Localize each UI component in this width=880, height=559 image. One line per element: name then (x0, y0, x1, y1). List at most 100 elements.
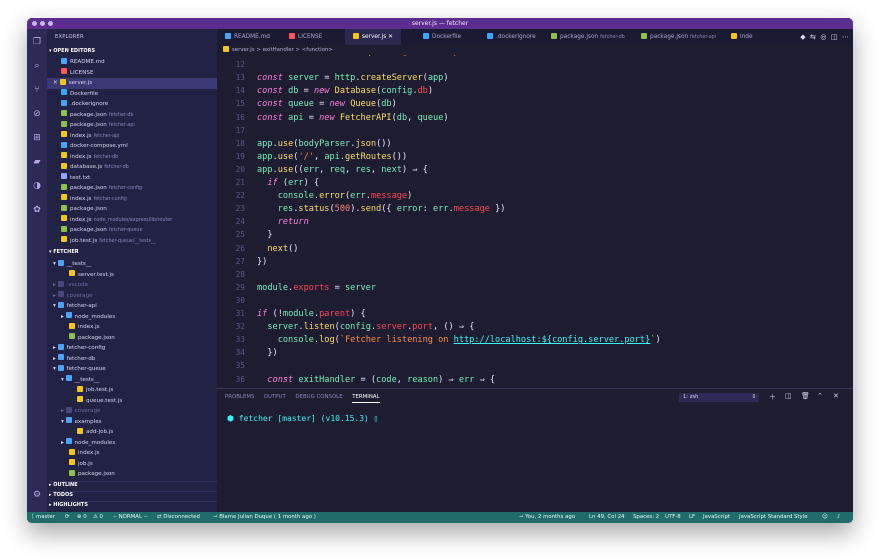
maximize-window-button[interactable] (48, 21, 53, 26)
sidebar-section-highlights[interactable]: ▸ HIGHLIGHTS (49, 501, 217, 508)
toggle-icon[interactable]: ◎ (820, 33, 826, 41)
chevron-right-icon[interactable]: ▸ (61, 314, 66, 320)
tree-file[interactable]: add-job.js (47, 427, 217, 438)
feedback-icon[interactable]: ☺ (822, 512, 828, 523)
bell-icon[interactable]: ♪ (837, 512, 840, 523)
sync-icon[interactable]: ⟳ (65, 512, 70, 523)
close-icon[interactable]: ✕ (53, 80, 58, 86)
tree-folder[interactable]: ▾ __tests__ (47, 259, 217, 270)
indentation[interactable]: Spaces: 2 (633, 512, 659, 523)
open-editor-item[interactable]: index.js node_modules/express/lib/router (47, 215, 217, 226)
editor-tab[interactable]: .dockerignore (479, 29, 544, 45)
cursor-position[interactable]: Ln 49, Col 24 (589, 512, 625, 523)
split-editor-icon[interactable]: ◫ (831, 33, 838, 41)
chevron-up-icon[interactable]: ⌃ (817, 392, 823, 400)
open-editor-item[interactable]: LICENSE (47, 68, 217, 79)
code-editor[interactable]: 11 const FetcherAPI = require('@fetcher/a… (217, 55, 843, 388)
editor-tab[interactable]: server.js ✕ (345, 29, 401, 45)
chevron-right-icon[interactable]: ▸ (61, 440, 66, 446)
tree-file[interactable]: package.json (47, 469, 217, 480)
compare-icon[interactable]: ⇆ (810, 33, 816, 41)
tree-folder[interactable]: ▸ fetcher-config (47, 343, 217, 354)
docker-icon[interactable]: ▰ (32, 157, 42, 167)
chevron-down-icon[interactable]: ▾ (53, 261, 58, 267)
tree-file[interactable]: job.js (47, 459, 217, 470)
plugin-icon[interactable]: ✿ (32, 205, 42, 215)
tree-folder[interactable]: ▸ node_modules (47, 312, 217, 323)
tree-file[interactable]: queue.test.js (47, 396, 217, 407)
chevron-right-icon[interactable]: ▸ (53, 293, 58, 299)
open-editor-item[interactable]: database.js fetcher-db (47, 162, 217, 173)
editor-tab[interactable]: inde (723, 29, 761, 45)
open-editor-item[interactable]: package.json fetcher-db (47, 110, 217, 121)
more-actions-icon[interactable]: ⋯ (842, 33, 849, 41)
open-editor-item[interactable]: job.test.js fetcher-queue/__tests__ (47, 236, 217, 247)
panel-tab-debug-console[interactable]: DEBUG CONSOLE (295, 394, 342, 400)
close-window-button[interactable] (32, 21, 37, 26)
breadcrumb-function[interactable]: <function> (302, 47, 333, 53)
close-icon[interactable]: ✕ (386, 34, 393, 40)
chevron-down-icon[interactable]: ▾ (61, 377, 66, 383)
editor-tab[interactable]: LICENSE (281, 29, 330, 45)
warnings-count[interactable]: ⚠ 0 (93, 512, 103, 523)
panel-tab-output[interactable]: OUTPUT (264, 394, 286, 400)
tree-folder[interactable]: ▾ fetcher-api (47, 301, 217, 312)
tree-file[interactable]: job.test.js (47, 385, 217, 396)
linter-status[interactable]: JavaScript Standard Style (739, 512, 808, 523)
tree-folder[interactable]: ▾ examples (47, 417, 217, 428)
open-editor-item[interactable]: index.js fetcher-api (47, 131, 217, 142)
tree-folder[interactable]: ▸ fetcher-db (47, 354, 217, 365)
open-editor-item[interactable]: package.json fetcher-queue (47, 225, 217, 236)
search-icon[interactable]: ⌕ (32, 61, 42, 71)
editor-tab[interactable]: package.json fetcher-api (633, 29, 724, 45)
minimize-window-button[interactable] (40, 21, 45, 26)
open-editor-item[interactable]: package.json (47, 204, 217, 215)
end-of-line[interactable]: LF (689, 512, 695, 523)
extensions-icon[interactable]: ⊞ (32, 133, 42, 143)
editor-tab[interactable]: README.md (217, 29, 278, 45)
chevron-down-icon[interactable]: ▾ (53, 303, 58, 309)
editor-tab[interactable]: Dockerfile (415, 29, 469, 45)
breadcrumb-handler[interactable]: exitHandler (263, 47, 294, 53)
gear-icon[interactable]: ⚙ (32, 490, 42, 500)
branch-status[interactable]: ᚴ master (31, 512, 55, 523)
chevron-right-icon[interactable]: ▸ (53, 356, 58, 362)
debug-icon[interactable]: ⊘ (32, 109, 42, 119)
close-panel-icon[interactable]: ✕ (833, 392, 839, 400)
open-editor-item[interactable]: README.md (47, 57, 217, 68)
tree-file[interactable]: server.test.js (47, 270, 217, 281)
open-editor-item[interactable]: package.json fetcher-api (47, 120, 217, 131)
tree-folder[interactable]: ▸ coverage (47, 291, 217, 302)
tree-file[interactable]: index.js (47, 448, 217, 459)
open-editor-item[interactable]: Dockerfile (47, 89, 217, 100)
open-editor-item[interactable]: package.json fetcher-config (47, 183, 217, 194)
chevron-down-icon[interactable]: ▾ (61, 419, 66, 425)
chevron-right-icon[interactable]: ▸ (53, 282, 58, 288)
terminal-shell-select[interactable]: 1: zsh ⇕ (679, 393, 759, 402)
split-terminal-icon[interactable]: ◫ (785, 392, 792, 400)
open-editor-item[interactable]: index.js fetcher-db (47, 152, 217, 163)
errors-count[interactable]: ⊗ 0 (77, 512, 87, 523)
git-blame-inline[interactable]: ⊸ You, 2 months ago (519, 512, 575, 523)
sidebar-section-todos[interactable]: ▸ TODOS (49, 491, 217, 498)
explorer-icon[interactable]: ❐ (32, 37, 42, 47)
encoding[interactable]: UTF-8 (665, 512, 681, 523)
open-editor-item[interactable]: .dockerignore (47, 99, 217, 110)
chevron-down-icon[interactable]: ▾ (53, 366, 58, 372)
project-section[interactable]: ▾ FETCHER (49, 249, 79, 255)
tree-file[interactable]: package.json (47, 333, 217, 344)
new-terminal-icon[interactable]: ＋ (769, 392, 776, 402)
tree-folder[interactable]: ▸ coverage (47, 406, 217, 417)
tree-folder[interactable]: ▾ __tests__ (47, 375, 217, 386)
open-editor-item[interactable]: test.txt (47, 173, 217, 184)
blame-status[interactable]: ⊸ Blame Julian Duque ( 1 month ago ) (213, 512, 316, 523)
open-editor-item[interactable]: index.js fetcher-config (47, 194, 217, 205)
tree-folder[interactable]: ▾ fetcher-queue (47, 364, 217, 375)
breadcrumb-file[interactable]: server.js (232, 47, 255, 53)
panel-tab-terminal[interactable]: TERMINAL (352, 394, 380, 403)
trash-icon[interactable]: 🗑 (801, 392, 810, 400)
chevron-right-icon[interactable]: ▸ (61, 408, 66, 414)
remote-icon[interactable]: ◑ (32, 181, 42, 191)
source-control-icon[interactable]: ⑂ (32, 85, 42, 95)
tree-file[interactable]: index.js (47, 322, 217, 333)
